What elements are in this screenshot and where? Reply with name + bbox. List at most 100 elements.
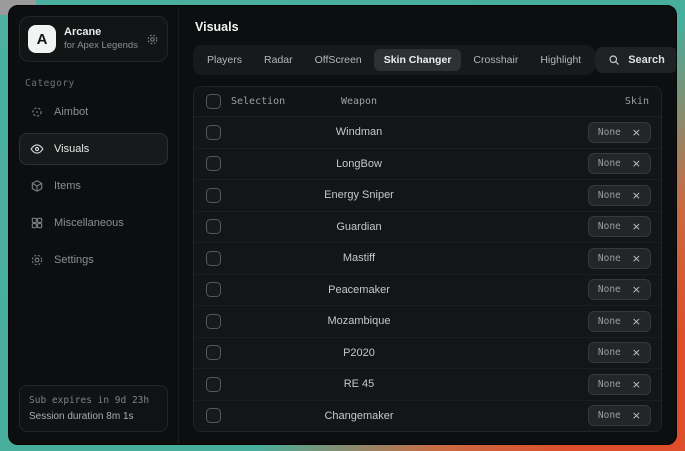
skin-select-badge[interactable]: None × (588, 122, 651, 143)
skin-value: None (598, 190, 621, 201)
skin-select-badge[interactable]: None × (588, 342, 651, 363)
clear-skin-icon[interactable]: × (632, 253, 641, 264)
clear-skin-icon[interactable]: × (632, 127, 641, 138)
skin-value: None (598, 253, 621, 264)
skin-value: None (598, 379, 621, 390)
app-window: A Arcane for Apex Legends Category (8, 5, 677, 445)
sidebar-item-miscellaneous[interactable]: Miscellaneous (19, 207, 168, 239)
sidebar-nav: Aimbot Visuals Items (19, 96, 168, 276)
gear-icon[interactable] (146, 33, 159, 46)
skin-select-badge[interactable]: None × (588, 216, 651, 237)
weapon-name: RE 45 (284, 378, 434, 390)
row-checkbox[interactable] (206, 314, 221, 329)
skin-select-badge[interactable]: None × (588, 153, 651, 174)
weapon-name: Guardian (284, 221, 434, 233)
eye-icon (30, 142, 44, 156)
column-header-selection: Selection (231, 96, 285, 107)
skin-value: None (598, 158, 621, 169)
table-row: Mastiff None × (194, 243, 661, 275)
skin-value: None (598, 347, 621, 358)
row-checkbox[interactable] (206, 282, 221, 297)
sidebar-item-items[interactable]: Items (19, 170, 168, 202)
brand-name: Arcane (64, 26, 138, 40)
table-row: LongBow None × (194, 149, 661, 181)
clear-skin-icon[interactable]: × (632, 379, 641, 390)
sidebar: A Arcane for Apex Legends Category (9, 6, 179, 444)
table-row: Energy Sniper None × (194, 180, 661, 212)
main-panel: Visuals Players Radar OffScreen Skin Cha… (179, 6, 676, 444)
skin-select-badge[interactable]: None × (588, 279, 651, 300)
row-checkbox[interactable] (206, 408, 221, 423)
row-checkbox[interactable] (206, 188, 221, 203)
subscription-box: Sub expires in 9d 23h Session duration 8… (19, 385, 168, 432)
weapon-name: Windman (284, 126, 434, 138)
table-row: Peacemaker None × (194, 275, 661, 307)
skin-value: None (598, 410, 621, 421)
column-header-skin: Skin (625, 96, 649, 107)
sidebar-item-label: Visuals (54, 143, 89, 155)
table-row: Windman None × (194, 117, 661, 149)
row-checkbox[interactable] (206, 251, 221, 266)
skin-table: Selection Weapon Skin Windman None × Lon… (193, 86, 662, 432)
sidebar-item-aimbot[interactable]: Aimbot (19, 96, 168, 128)
page-title: Visuals (195, 20, 662, 34)
gear-icon (30, 253, 44, 267)
weapon-name: P2020 (284, 347, 434, 359)
weapon-name: Mozambique (284, 315, 434, 327)
weapon-name: Mastiff (284, 252, 434, 264)
skin-select-badge[interactable]: None × (588, 405, 651, 426)
skin-select-badge[interactable]: None × (588, 311, 651, 332)
row-checkbox[interactable] (206, 125, 221, 140)
sidebar-item-settings[interactable]: Settings (19, 244, 168, 276)
search-button[interactable]: Search (595, 47, 677, 73)
tab-offscreen[interactable]: OffScreen (305, 49, 372, 71)
table-row: Changemaker None × (194, 401, 661, 432)
toolbar: Players Radar OffScreen Skin Changer Cro… (193, 45, 662, 75)
skin-value: None (598, 284, 621, 295)
clear-skin-icon[interactable]: × (632, 347, 641, 358)
skin-value: None (598, 221, 621, 232)
skin-select-badge[interactable]: None × (588, 185, 651, 206)
sidebar-item-label: Items (54, 180, 81, 192)
sidebar-item-label: Miscellaneous (54, 217, 124, 229)
crosshair-icon (30, 105, 44, 119)
sub-expires-text: Sub expires in 9d 23h (29, 395, 158, 406)
clear-skin-icon[interactable]: × (632, 316, 641, 327)
skin-select-badge[interactable]: None × (588, 248, 651, 269)
clear-skin-icon[interactable]: × (632, 221, 641, 232)
tab-highlight[interactable]: Highlight (530, 49, 591, 71)
tab-radar[interactable]: Radar (254, 49, 303, 71)
sidebar-item-label: Settings (54, 254, 94, 266)
table-body: Windman None × LongBow None × Energy Sni… (194, 117, 661, 431)
weapon-name: Peacemaker (284, 284, 434, 296)
tab-bar: Players Radar OffScreen Skin Changer Cro… (193, 45, 595, 75)
table-row: Guardian None × (194, 212, 661, 244)
sidebar-item-visuals[interactable]: Visuals (19, 133, 168, 165)
clear-skin-icon[interactable]: × (632, 284, 641, 295)
skin-value: None (598, 316, 621, 327)
category-label: Category (25, 78, 164, 89)
row-checkbox[interactable] (206, 345, 221, 360)
clear-skin-icon[interactable]: × (632, 410, 641, 421)
column-header-weapon: Weapon (284, 96, 434, 107)
row-checkbox[interactable] (206, 156, 221, 171)
skin-value: None (598, 127, 621, 138)
row-checkbox[interactable] (206, 219, 221, 234)
brand-subtitle: for Apex Legends (64, 40, 138, 52)
table-row: Mozambique None × (194, 306, 661, 338)
row-checkbox[interactable] (206, 377, 221, 392)
search-button-label: Search (628, 54, 665, 66)
clear-skin-icon[interactable]: × (632, 190, 641, 201)
grid-icon (30, 216, 44, 230)
tab-skin-changer[interactable]: Skin Changer (374, 49, 462, 71)
weapon-name: LongBow (284, 158, 434, 170)
tab-players[interactable]: Players (197, 49, 252, 71)
search-icon (608, 54, 620, 66)
clear-skin-icon[interactable]: × (632, 158, 641, 169)
select-all-checkbox[interactable] (206, 94, 221, 109)
tab-crosshair[interactable]: Crosshair (463, 49, 528, 71)
session-duration-text: Session duration 8m 1s (29, 411, 158, 422)
skin-select-badge[interactable]: None × (588, 374, 651, 395)
table-header: Selection Weapon Skin (194, 87, 661, 117)
table-row: RE 45 None × (194, 369, 661, 401)
